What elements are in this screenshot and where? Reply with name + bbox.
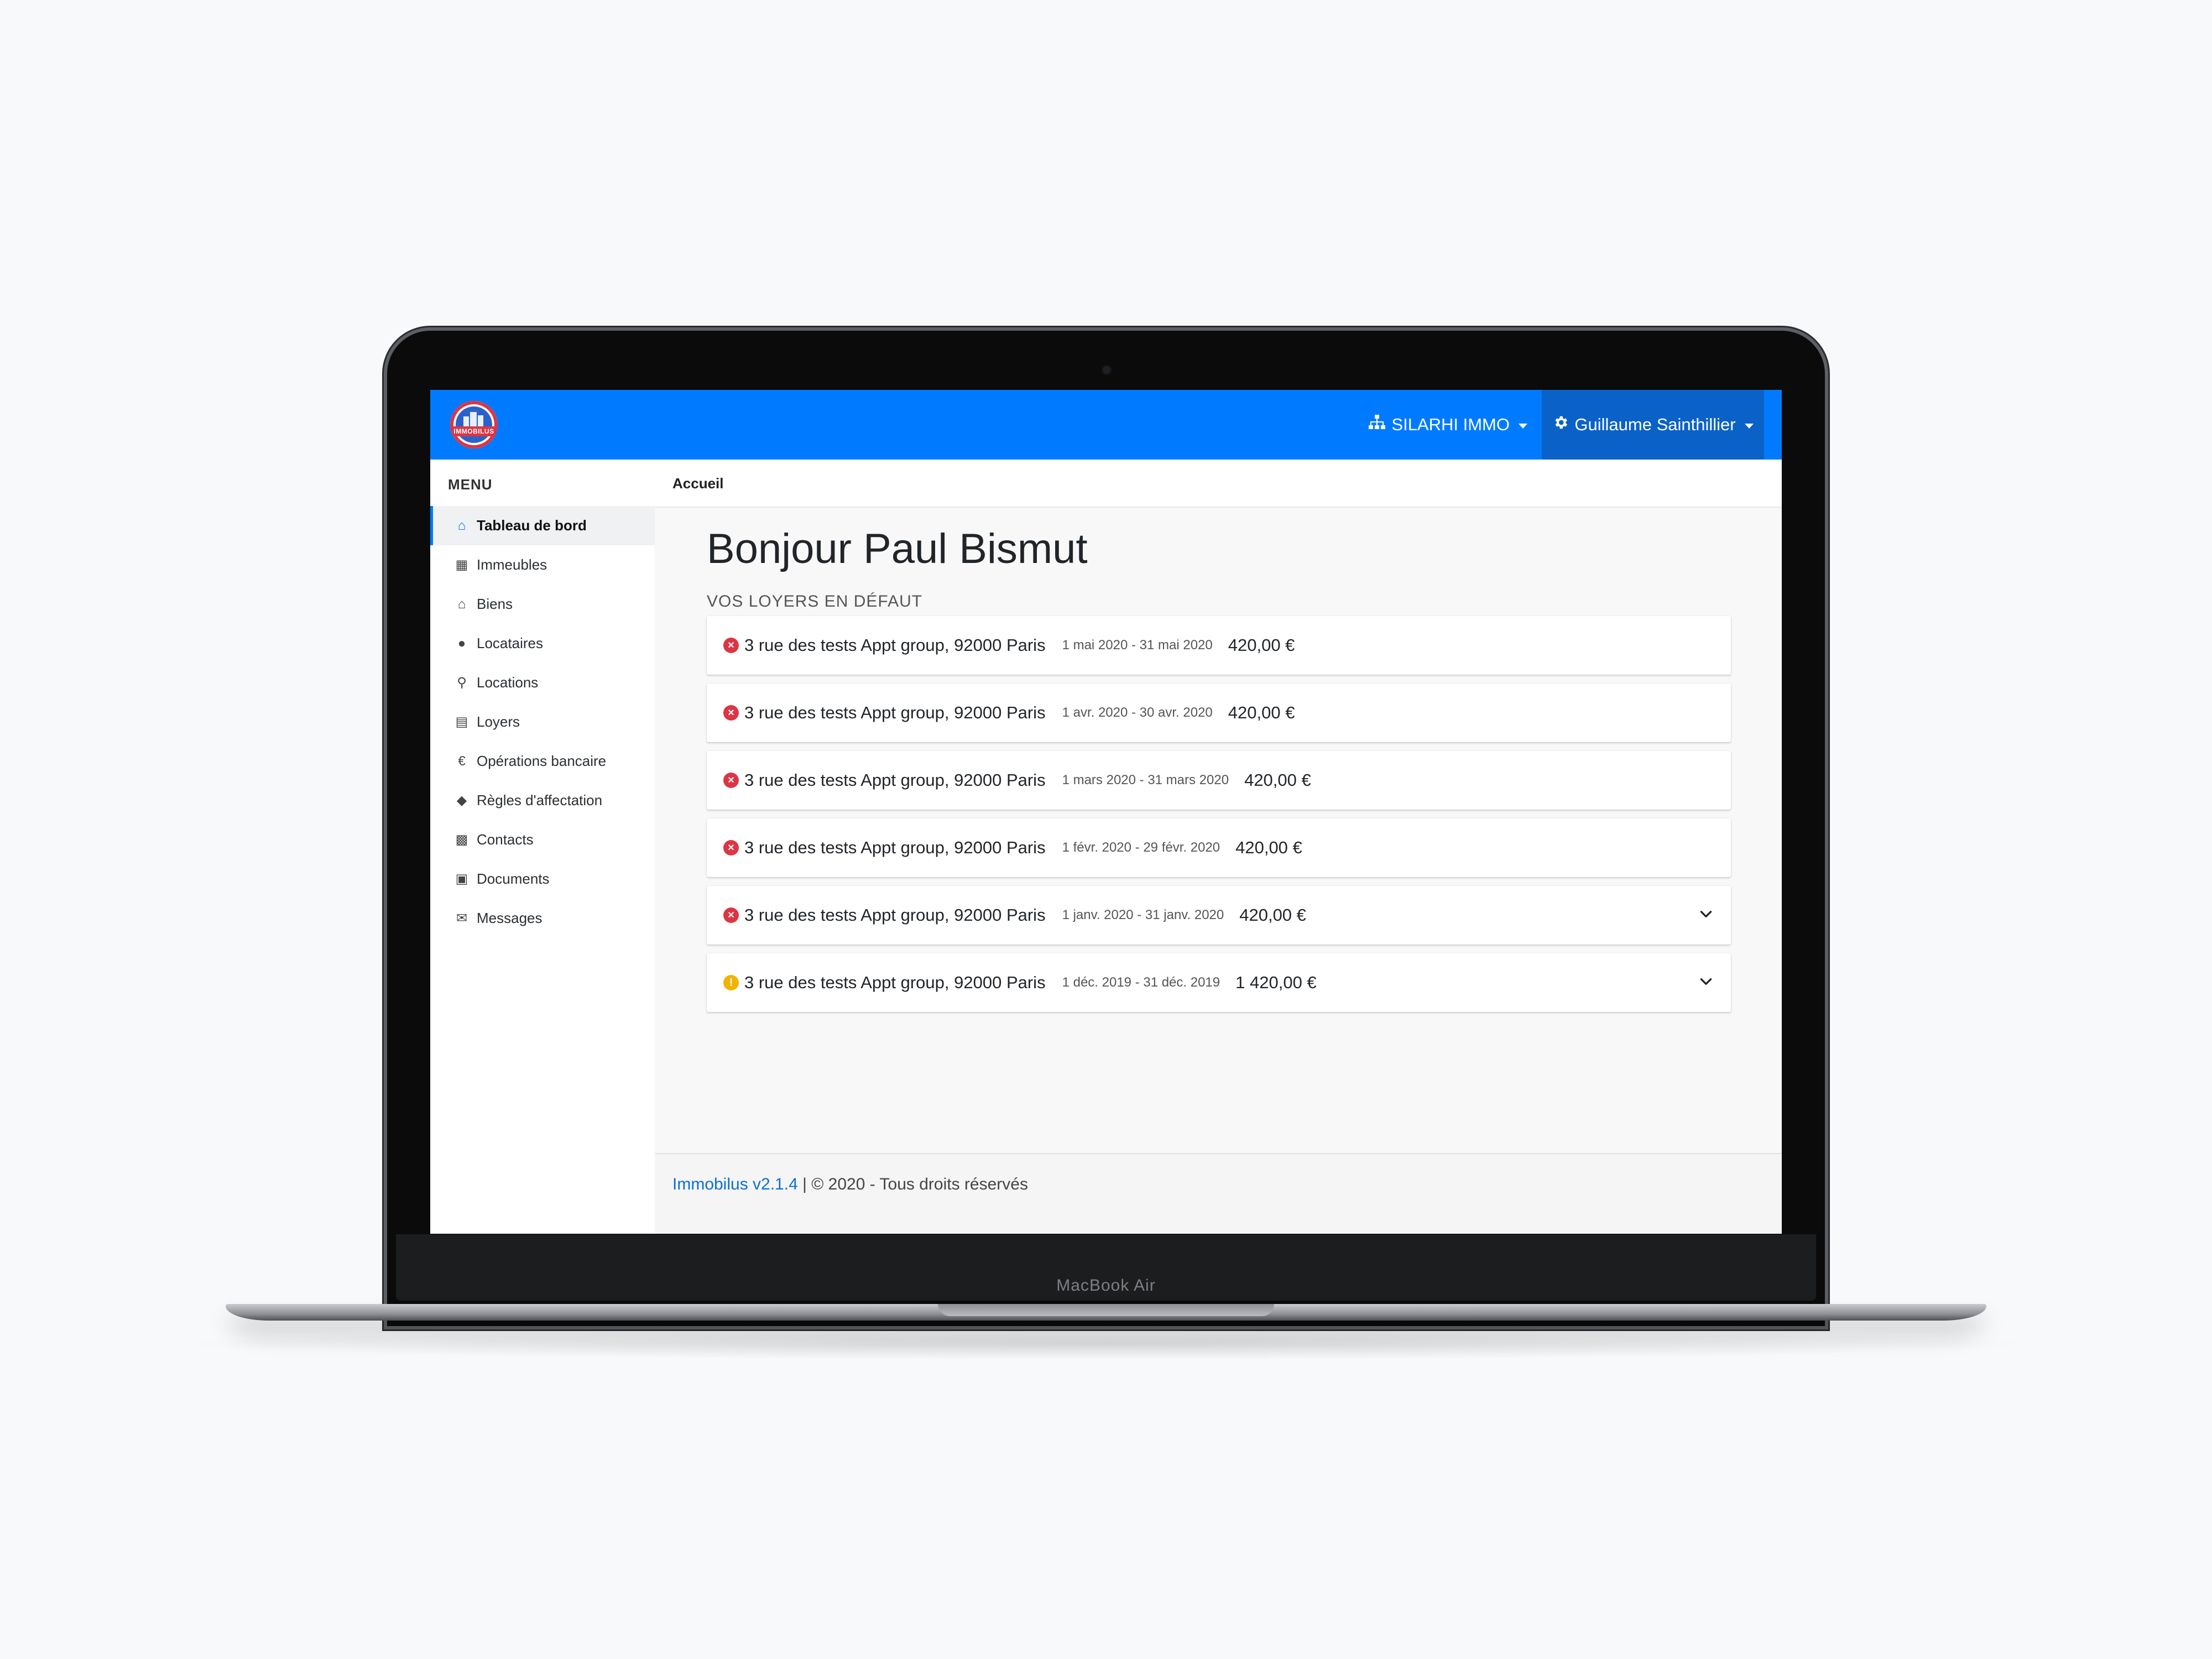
logo-emblem	[456, 406, 492, 443]
overdue-rent-row[interactable]: ! 3 rue des tests Appt group, 92000 Pari…	[707, 953, 1731, 1012]
laptop-shadow	[166, 1327, 2046, 1360]
logo-text: IMMOBILUS	[453, 427, 494, 435]
page-title: Bonjour Paul Bismut	[707, 525, 1088, 572]
sidebar-item-label: Opérations bancaire	[477, 753, 607, 769]
sidebar-item-label: Biens	[477, 596, 513, 612]
rent-period: 1 déc. 2019 - 31 déc. 2019	[1062, 975, 1220, 990]
building-icon: ▦	[455, 557, 468, 572]
laptop-notch	[938, 1304, 1274, 1316]
coins-icon: ▤	[455, 714, 468, 729]
version-link[interactable]: Immobilus v2.1.4	[672, 1175, 798, 1193]
rent-amount: 420,00 €	[1228, 635, 1295, 655]
sidebar: MENU ⌂ Tableau de bord ▦ Immeubles ⌂ Bie…	[430, 460, 656, 1234]
rent-amount: 420,00 €	[1244, 770, 1311, 790]
camera	[1103, 366, 1110, 374]
euro-icon: €	[458, 753, 466, 769]
user-name: Guillaume Sainthillier	[1574, 415, 1736, 434]
users-icon: ●​	[457, 635, 466, 651]
rent-period: 1 mars 2020 - 31 mars 2020	[1062, 773, 1229, 787]
house-icon: ⌂	[457, 596, 466, 612]
warning-icon: !	[723, 975, 739, 990]
sidebar-item-messages[interactable]: ✉ Messages	[430, 899, 655, 938]
error-icon: ×	[723, 638, 739, 653]
sidebar-item-contacts[interactable]: ▩ Contacts	[430, 820, 655, 859]
sidebar-item-label: Contacts	[477, 831, 534, 848]
overdue-rent-row[interactable]: × 3 rue des tests Appt group, 92000 Pari…	[707, 616, 1731, 675]
error-icon: ×	[723, 705, 739, 721]
sidebar-item-documents[interactable]: ▣ Documents	[430, 859, 655, 899]
rent-amount: 1 420,00 €	[1235, 973, 1317, 992]
rent-address: 3 rue des tests Appt group, 92000 Paris	[744, 635, 1046, 655]
sidebar-item-label: Règles d'affectation	[477, 792, 603, 808]
organization-label: SILARHI IMMO	[1391, 415, 1510, 434]
error-icon: ×	[723, 840, 739, 855]
sidebar-item-label: Loyers	[477, 713, 520, 730]
rent-period: 1 avr. 2020 - 30 avr. 2020	[1062, 705, 1213, 720]
overdue-rent-row[interactable]: × 3 rue des tests Appt group, 92000 Pari…	[707, 886, 1731, 945]
section-title: VOS LOYERS EN DÉFAUT	[707, 592, 923, 611]
footer: Immobilus v2.1.4 | © 2020 - Tous droits …	[655, 1153, 1782, 1234]
sidebar-item-operations-bancaire[interactable]: € Opérations bancaire	[430, 742, 655, 781]
menu-title: MENU	[448, 476, 493, 493]
caret-down-icon	[1744, 423, 1754, 429]
sitemap-icon	[1368, 415, 1386, 435]
copyright-text: | © 2020 - Tous droits réservés	[797, 1175, 1028, 1193]
sidebar-item-immeubles[interactable]: ▦ Immeubles	[430, 545, 655, 585]
sidebar-item-regles-affectation[interactable]: ◆ Règles d'affectation	[430, 781, 655, 820]
rent-period: 1 févr. 2020 - 29 févr. 2020	[1062, 840, 1220, 855]
rent-period: 1 mai 2020 - 31 mai 2020	[1062, 638, 1213, 653]
error-icon: ×	[723, 907, 739, 923]
sidebar-item-label: Messages	[477, 910, 542, 926]
error-icon: ×	[723, 773, 739, 788]
envelope-icon: ✉	[456, 911, 468, 926]
footer-text: Immobilus v2.1.4 | © 2020 - Tous droits …	[672, 1175, 1028, 1194]
main-content: Accueil Bonjour Paul Bismut VOS LOYERS E…	[655, 460, 1782, 1234]
home-icon: ⌂	[457, 518, 466, 533]
chevron-down-icon[interactable]	[1699, 974, 1712, 987]
organization-dropdown[interactable]: SILARHI IMMO	[1368, 390, 1527, 460]
sidebar-item-loyers[interactable]: ▤ Loyers	[430, 702, 655, 742]
sidebar-item-label: Tableau de bord	[477, 517, 587, 534]
rent-period: 1 janv. 2020 - 31 janv. 2020	[1062, 907, 1224, 922]
tags-icon: ◆	[456, 793, 467, 808]
sidebar-item-label: Documents	[477, 870, 550, 887]
device-label: MacBook Air	[1056, 1276, 1156, 1295]
address-card-icon: ▩	[455, 832, 468, 847]
overdue-rent-row[interactable]: × 3 rue des tests Appt group, 92000 Pari…	[707, 818, 1731, 877]
rent-amount: 420,00 €	[1235, 838, 1302, 857]
overdue-rent-list: × 3 rue des tests Appt group, 92000 Pari…	[707, 616, 1731, 1021]
user-dropdown[interactable]: Guillaume Sainthillier	[1542, 390, 1764, 460]
top-navbar: IMMOBILUS SILARHI IMMO Guillaume Sainthi	[430, 390, 1782, 460]
key-icon: ⚲	[457, 675, 467, 690]
sidebar-item-locations[interactable]: ⚲ Locations	[430, 663, 655, 702]
sidebar-item-tableau-de-bord[interactable]: ⌂ Tableau de bord	[430, 506, 655, 545]
rent-amount: 420,00 €	[1228, 703, 1295, 722]
chevron-down-icon[interactable]	[1699, 907, 1712, 919]
briefcase-icon: ▣	[455, 872, 468, 886]
breadcrumb-bar: Accueil	[655, 460, 1782, 508]
app-logo[interactable]: IMMOBILUS	[450, 401, 498, 448]
breadcrumb[interactable]: Accueil	[672, 475, 724, 492]
sidebar-item-locataires[interactable]: ●​ Locataires	[430, 624, 655, 663]
sidebar-item-label: Immeubles	[477, 556, 547, 573]
sidebar-item-label: Locataires	[477, 635, 543, 651]
caret-down-icon	[1519, 423, 1527, 429]
overdue-rent-row[interactable]: × 3 rue des tests Appt group, 92000 Pari…	[707, 684, 1731, 742]
overdue-rent-row[interactable]: × 3 rue des tests Appt group, 92000 Pari…	[707, 751, 1731, 810]
rent-address: 3 rue des tests Appt group, 92000 Paris	[744, 703, 1046, 722]
rent-address: 3 rue des tests Appt group, 92000 Paris	[744, 838, 1046, 857]
sidebar-menu: ⌂ Tableau de bord ▦ Immeubles ⌂ Biens ●​…	[430, 506, 655, 938]
rent-address: 3 rue des tests Appt group, 92000 Paris	[744, 770, 1046, 790]
sidebar-item-biens[interactable]: ⌂ Biens	[430, 585, 655, 624]
gear-icon	[1552, 414, 1569, 435]
rent-address: 3 rue des tests Appt group, 92000 Paris	[744, 973, 1046, 992]
rent-amount: 420,00 €	[1239, 905, 1306, 925]
app-screen: IMMOBILUS SILARHI IMMO Guillaume Sainthi	[430, 390, 1782, 1234]
sidebar-item-label: Locations	[477, 674, 539, 691]
rent-address: 3 rue des tests Appt group, 92000 Paris	[744, 905, 1046, 925]
